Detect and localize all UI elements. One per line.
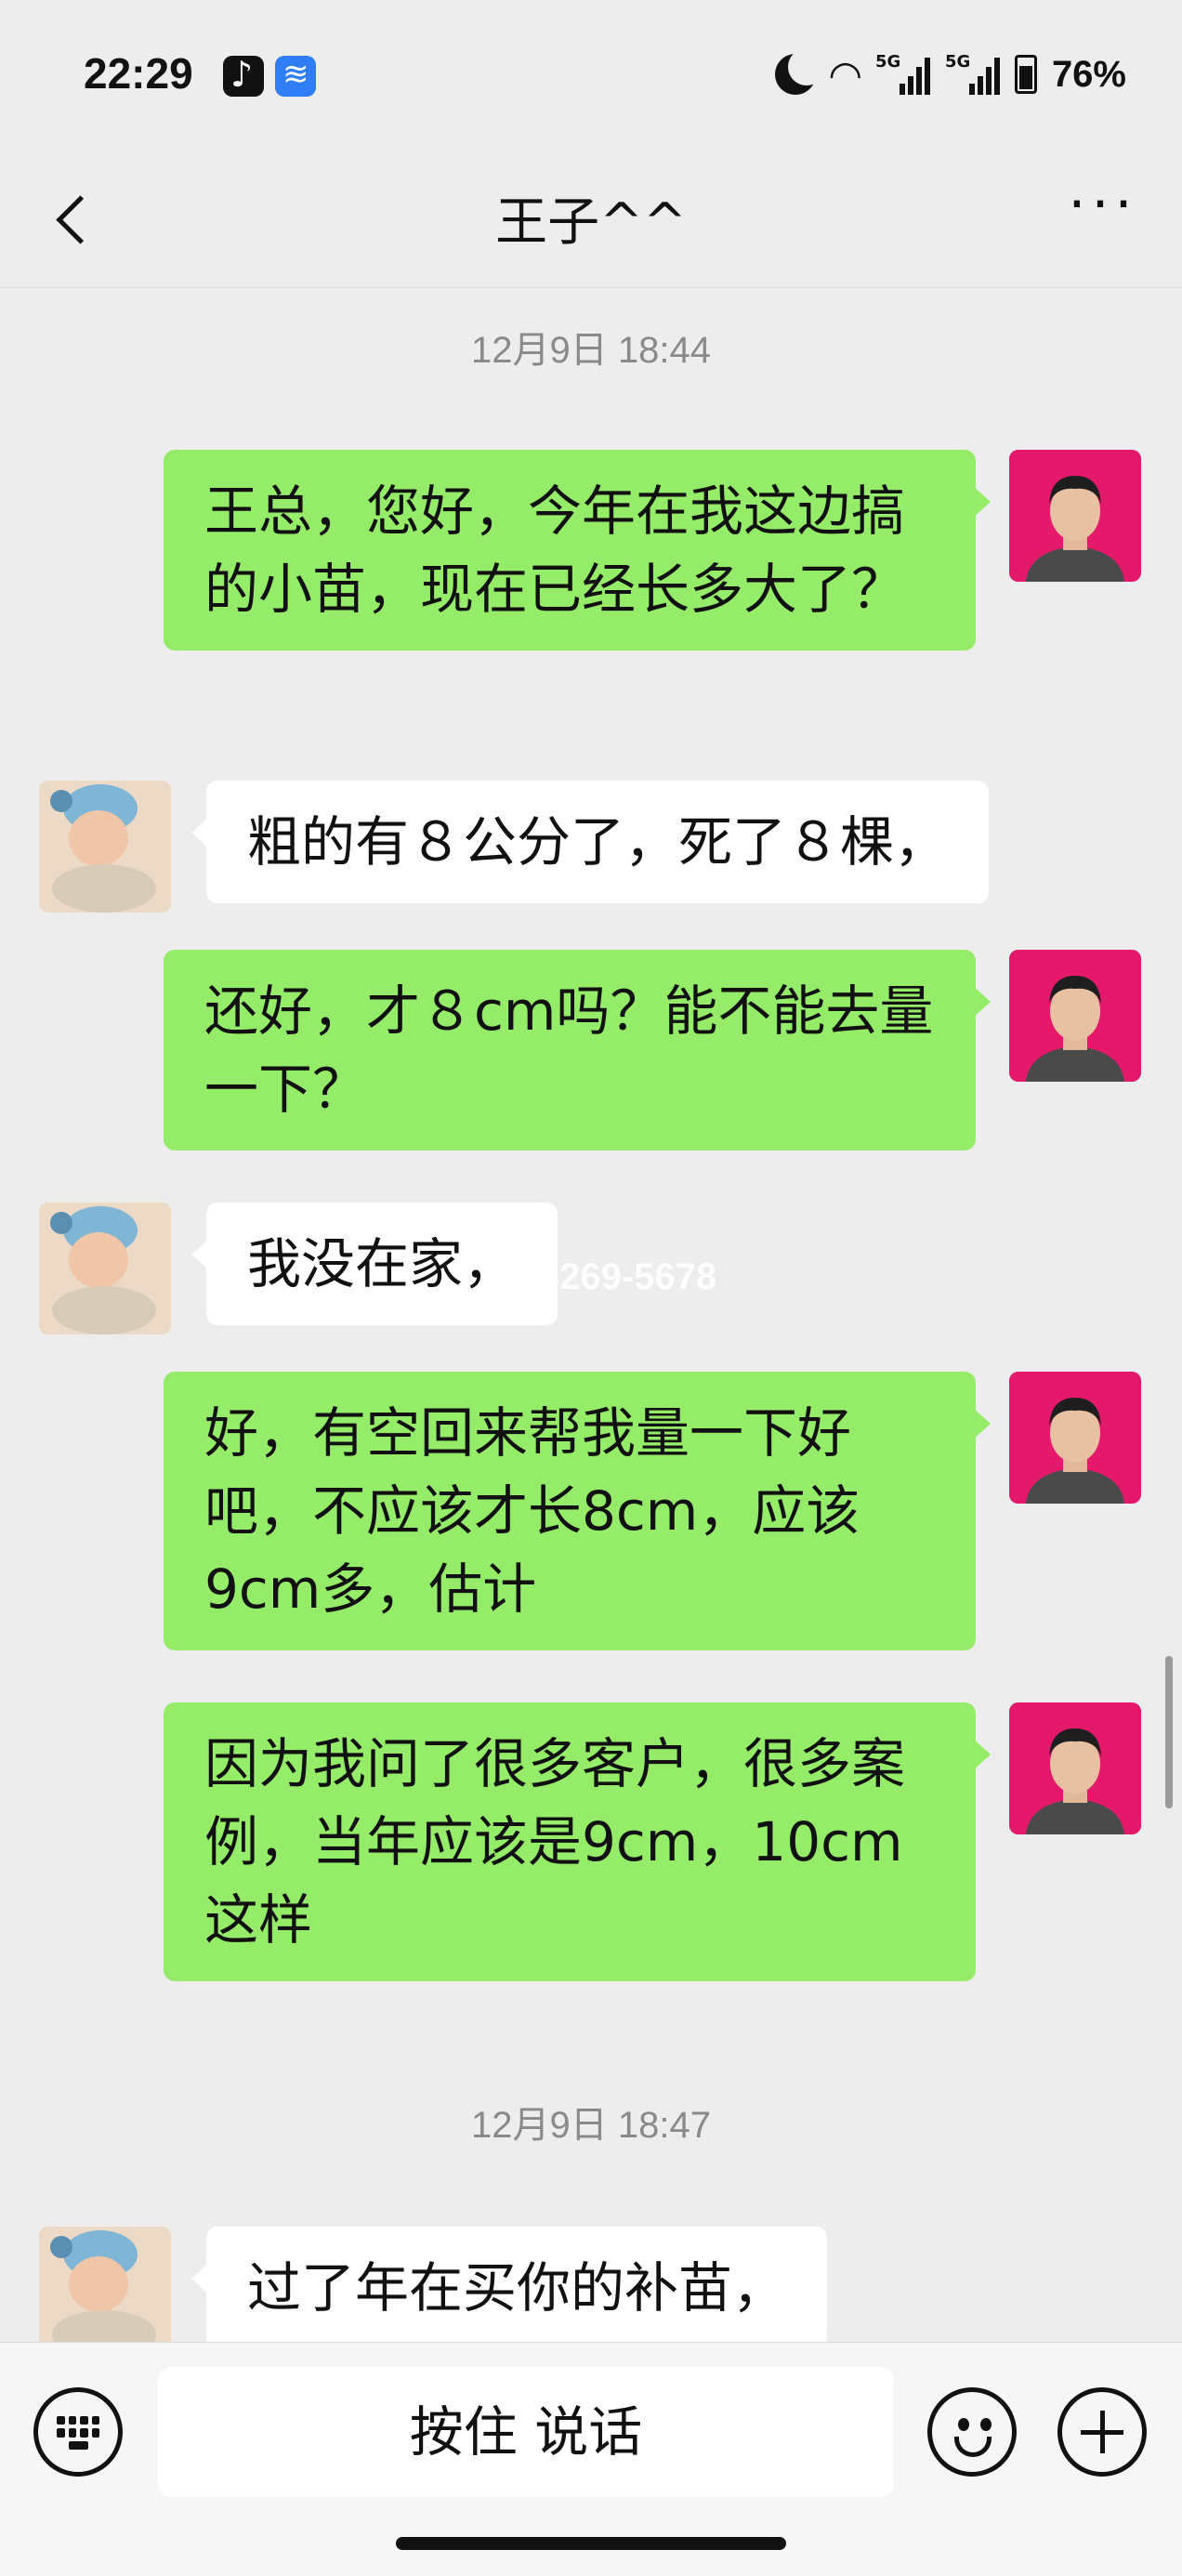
person-avatar-icon — [1009, 950, 1141, 1082]
battery-icon — [1014, 55, 1037, 94]
keyboard-icon — [57, 2416, 99, 2450]
avatar-me[interactable] — [1009, 450, 1141, 582]
baby-avatar-icon — [39, 2227, 171, 2342]
scrollbar[interactable] — [1165, 1656, 1173, 1808]
person-avatar-icon — [1009, 1702, 1141, 1834]
battery-percentage: 76% — [1051, 53, 1126, 95]
timestamp: 12月9日 18:47 — [471, 2105, 711, 2146]
message-bubble-sent[interactable]: 王总，您好，今年在我这边搞的小苗，现在已经长多大了？ — [164, 450, 991, 651]
baby-avatar-icon — [39, 1203, 171, 1334]
avatar-me[interactable] — [1009, 1702, 1141, 1834]
person-avatar-icon — [1009, 450, 1141, 582]
avatar-me[interactable] — [1009, 950, 1141, 1082]
emoji-button[interactable] — [927, 2387, 1017, 2477]
avatar-me[interactable] — [1009, 1372, 1141, 1504]
more-options-button[interactable]: ··· — [1061, 177, 1145, 251]
status-time: 22:29 — [84, 49, 193, 98]
tiktok-icon — [223, 54, 264, 97]
network-type-label: 5G — [944, 52, 971, 72]
chat-title: 王子^^ — [495, 192, 687, 253]
app-notification-icon — [275, 56, 316, 97]
avatar-contact[interactable] — [39, 1203, 171, 1334]
message-bubble-sent[interactable]: 还好，才８cm吗？能不能去量一下？ — [164, 950, 991, 1150]
status-bar: 22:29 ◠ 5G 5G 76% — [0, 0, 1182, 149]
watermark: 3269-5678 — [539, 1256, 717, 1297]
message-bubble-received[interactable]: 过了年在买你的补苗， — [190, 2227, 828, 2342]
message-bubble-received[interactable]: 我没在家， — [190, 1203, 558, 1325]
wifi-icon: ◠ — [830, 51, 860, 98]
person-avatar-icon — [1009, 1372, 1141, 1504]
message-list[interactable]: 12月9日 18:44 王总，您好，今年在我这边搞的小苗，现在已经长多大了？ 粗… — [0, 288, 1182, 2342]
signal-icon-1: 5G — [874, 52, 930, 95]
more-actions-button[interactable] — [1057, 2387, 1147, 2477]
home-indicator[interactable] — [396, 2537, 786, 2550]
network-type-label: 5G — [874, 52, 901, 72]
timestamp: 12月9日 18:44 — [471, 330, 711, 371]
chat-header: 王子^^ ··· — [0, 149, 1182, 288]
baby-avatar-icon — [39, 781, 171, 913]
do-not-disturb-icon — [774, 48, 825, 95]
message-bubble-sent[interactable]: 因为我问了很多客户，很多案例，当年应该是9cm，10cm这样 — [164, 1702, 991, 1981]
signal-icon-2: 5G — [944, 52, 1000, 95]
status-indicators: ◠ 5G 5G 76% — [774, 48, 1126, 100]
keyboard-toggle-button[interactable] — [33, 2387, 123, 2477]
hold-to-talk-button[interactable]: 按住 说话 — [158, 2367, 894, 2497]
message-bubble-received[interactable]: 粗的有８公分了，死了８棵， — [190, 781, 990, 903]
avatar-contact[interactable] — [39, 781, 171, 913]
avatar-contact[interactable] — [39, 2227, 171, 2342]
message-bubble-sent[interactable]: 好，有空回来帮我量一下好吧，不应该才长8cm，应该9cm多，估计 — [164, 1372, 991, 1650]
